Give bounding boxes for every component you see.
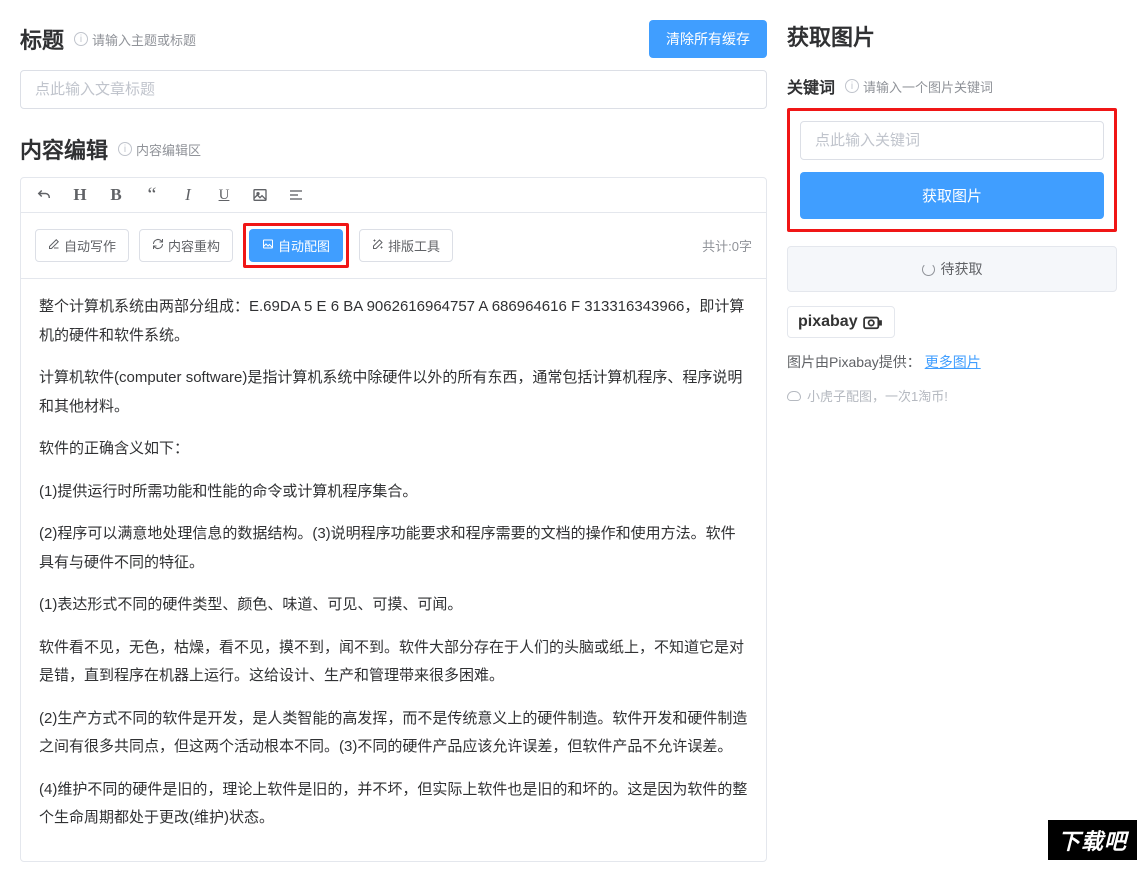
undo-icon[interactable] — [35, 186, 53, 204]
main-editor-panel: 标题 i 请输入主题或标题 清除所有缓存 内容编辑 i 内容编辑区 — [20, 20, 767, 862]
content-rebuild-button[interactable]: 内容重构 — [139, 229, 233, 262]
quote-icon[interactable]: “ — [143, 186, 161, 204]
align-icon[interactable] — [287, 186, 305, 204]
paragraph: 软件看不见，无色，枯燥，看不见，摸不到，闻不到。软件大部分存在于人们的头脑或纸上… — [39, 634, 748, 691]
format-toolbar: H B “ I U — [21, 178, 766, 213]
highlight-keyword-box: 获取图片 — [787, 108, 1117, 232]
info-icon: i — [118, 142, 132, 156]
info-icon: i — [74, 32, 88, 46]
title-hint-text: 请输入主题或标题 — [92, 30, 196, 49]
word-count: 共计:0字 — [702, 236, 752, 255]
title-section-label: 标题 i 请输入主题或标题 — [20, 23, 196, 55]
refresh-icon — [152, 238, 164, 253]
bold-icon[interactable]: B — [107, 186, 125, 204]
paragraph: 软件的正确含义如下： — [39, 435, 748, 464]
heading-icon[interactable]: H — [71, 186, 89, 204]
editor-container: H B “ I U 自动写作 — [20, 177, 767, 862]
paragraph: (1)表达形式不同的硬件类型、颜色、味道、可见、可摸、可闻。 — [39, 591, 748, 620]
action-toolbar: 自动写作 内容重构 自动配图 — [21, 213, 766, 279]
paragraph: (2)生产方式不同的软件是开发，是人类智能的高发挥，而不是传统意义上的硬件制造。… — [39, 705, 748, 762]
pending-status: 待获取 — [787, 246, 1117, 292]
auto-write-button[interactable]: 自动写作 — [35, 229, 129, 262]
camera-icon — [862, 314, 884, 330]
paragraph: (1)提供运行时所需功能和性能的命令或计算机程序集合。 — [39, 478, 748, 507]
auto-image-button[interactable]: 自动配图 — [249, 229, 343, 262]
editor-body[interactable]: 整个计算机系统由两部分组成：E.69DA 5 E 6 BA 9062616964… — [21, 279, 766, 861]
image-fetch-panel: 获取图片 关键词 i 请输入一个图片关键词 获取图片 待获取 pixabay 图… — [787, 20, 1117, 862]
get-image-title: 获取图片 — [787, 20, 1117, 52]
article-title-input[interactable] — [20, 70, 767, 109]
keyword-input[interactable] — [800, 121, 1104, 160]
image-icon[interactable] — [251, 186, 269, 204]
keyword-label: 关键词 — [787, 74, 835, 98]
paragraph: 计算机软件(computer software)是指计算机系统中除硬件以外的所有… — [39, 364, 748, 421]
wand-icon — [372, 238, 384, 253]
picture-icon — [262, 238, 274, 253]
clear-cache-button[interactable]: 清除所有缓存 — [649, 20, 767, 58]
italic-icon[interactable]: I — [179, 186, 197, 204]
keyword-hint: 请输入一个图片关键词 — [863, 77, 993, 96]
pending-label: 待获取 — [941, 259, 983, 279]
content-edit-hint: 内容编辑区 — [136, 140, 201, 159]
spinner-icon — [922, 263, 935, 276]
watermark-brand: 下载吧 — [1048, 820, 1137, 860]
cloud-icon — [787, 391, 801, 401]
info-icon: i — [845, 79, 859, 93]
underline-icon[interactable]: U — [215, 186, 233, 204]
image-credit: 图片由Pixabay提供： 更多图片 — [787, 352, 1117, 372]
footer-note: 小虎子配图，一次1淘币! — [787, 386, 1117, 405]
highlight-auto-image: 自动配图 — [243, 223, 349, 268]
paragraph: (2)程序可以满意地处理信息的数据结构。(3)说明程序功能要求和程序需要的文档的… — [39, 520, 748, 577]
paragraph: (4)维护不同的硬件是旧的，理论上软件是旧的，并不坏，但实际上软件也是旧的和坏的… — [39, 776, 748, 833]
layout-tool-button[interactable]: 排版工具 — [359, 229, 453, 262]
pencil-icon — [48, 238, 60, 253]
pixabay-badge: pixabay — [787, 306, 895, 338]
more-images-link[interactable]: 更多图片 — [925, 354, 981, 370]
paragraph: 整个计算机系统由两部分组成：E.69DA 5 E 6 BA 9062616964… — [39, 293, 748, 350]
content-edit-label: 内容编辑 i 内容编辑区 — [20, 133, 201, 165]
fetch-image-button[interactable]: 获取图片 — [800, 172, 1104, 219]
